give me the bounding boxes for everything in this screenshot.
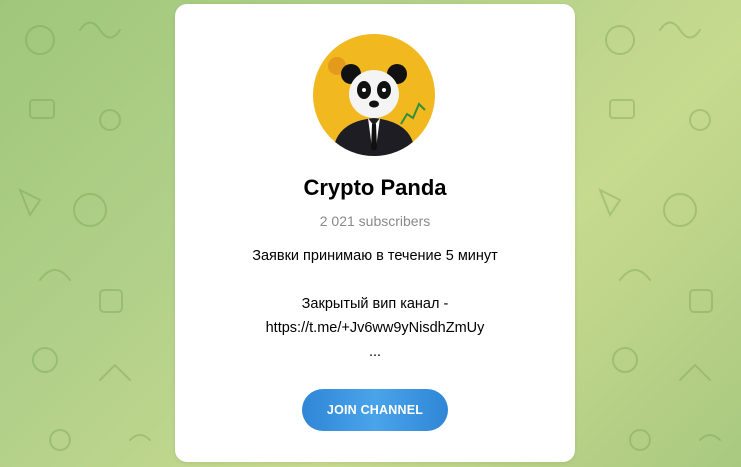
join-channel-button[interactable]: JOIN CHANNEL [302, 389, 448, 431]
panda-avatar-icon [313, 34, 435, 156]
channel-preview-card: Crypto Panda 2 021 subscribers Заявки пр… [175, 4, 575, 462]
description-line: Закрытый вип канал - [301, 296, 449, 312]
description-line: Заявки принимаю в течение 5 минут [252, 248, 498, 264]
channel-avatar [313, 34, 435, 156]
vip-channel-link[interactable]: https://t.me/+Jv6ww9yNisdhZmUy [266, 320, 485, 336]
channel-description: Заявки принимаю в течение 5 минут Закрыт… [195, 244, 555, 364]
description-ellipsis: ... [368, 344, 382, 360]
subscriber-count: 2 021 subscribers [319, 213, 431, 229]
channel-title: Crypto Panda [303, 175, 447, 200]
description-line-blank [195, 268, 555, 292]
